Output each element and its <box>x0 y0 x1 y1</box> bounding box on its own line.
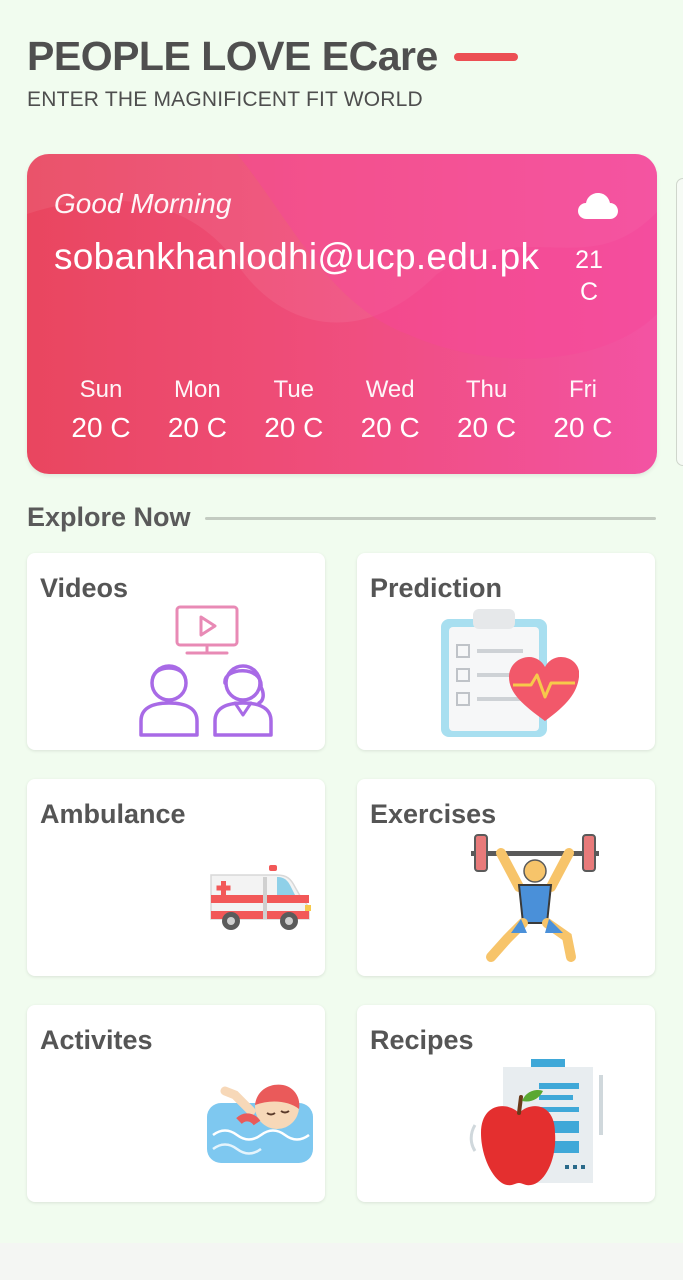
tile-exercises[interactable]: Exercises <box>357 779 655 976</box>
clipboard-heart-icon <box>441 609 579 737</box>
tile-prediction[interactable]: Prediction <box>357 553 655 750</box>
tile-label: Activites <box>40 1025 153 1055</box>
forecast-day: Mon 20 C <box>149 376 245 444</box>
tile-label: Videos <box>40 573 129 603</box>
tile-videos[interactable]: Videos <box>27 553 325 750</box>
tile-label: Prediction <box>370 573 503 603</box>
video-consultation-icon <box>139 605 273 737</box>
weightlifter-icon <box>471 834 599 962</box>
forecast-day: Sun 20 C <box>53 376 149 444</box>
tile-activities[interactable]: Activites <box>27 1005 325 1202</box>
tile-label: Recipes <box>370 1025 474 1055</box>
weather-card[interactable]: Good Morning sobankhanlodhi@ucp.edu.pk 2… <box>27 154 657 474</box>
forecast-day: Fri 20 C <box>535 376 631 444</box>
forecast-day-name: Mon <box>174 376 221 403</box>
app-title: PEOPLE LOVE ECare <box>27 33 438 79</box>
forecast-day-name: Sun <box>79 376 123 403</box>
explore-header: Explore Now <box>27 502 656 533</box>
next-card-edge[interactable] <box>676 178 683 466</box>
tile-ambulance[interactable]: Ambulance <box>27 779 325 976</box>
forecast-row: Sun 20 C Mon 20 C Tue 20 C Wed 20 C Thu … <box>53 376 631 444</box>
forecast-day-temp: 20 C <box>360 412 420 443</box>
forecast-day: Wed 20 C <box>342 376 438 444</box>
forecast-day-name: Fri <box>568 376 597 403</box>
tile-label: Ambulance <box>40 799 186 829</box>
forecast-day-temp: 20 C <box>553 412 613 443</box>
header: PEOPLE LOVE ECare ENTER THE MAGNIFICENT … <box>27 32 663 112</box>
forecast-day-temp: 20 C <box>71 412 131 443</box>
tile-label: Exercises <box>370 799 497 829</box>
forecast-day-name: Tue <box>273 376 315 403</box>
section-divider <box>204 517 656 520</box>
section-title: Explore Now <box>27 502 191 532</box>
forecast-day-name: Wed <box>365 376 415 403</box>
swimmer-icon <box>207 1084 313 1163</box>
apple-recipe-icon <box>469 1059 603 1186</box>
title-accent <box>453 53 518 61</box>
title-row: PEOPLE LOVE ECare <box>27 32 663 80</box>
forecast-day: Thu 20 C <box>439 376 535 444</box>
user-email: sobankhanlodhi@ucp.edu.pk <box>54 236 540 277</box>
forecast-day-temp: 20 C <box>264 412 324 443</box>
forecast-day-temp: 20 C <box>456 412 517 443</box>
tile-recipes[interactable]: Recipes <box>357 1005 655 1202</box>
bottom-bar <box>0 1243 683 1280</box>
ambulance-icon <box>210 865 311 930</box>
forecast-day-temp: 20 C <box>167 412 227 443</box>
app-subtitle: ENTER THE MAGNIFICENT FIT WORLD <box>27 88 423 111</box>
cloud-icon <box>578 193 618 219</box>
current-temp: 21 C <box>575 246 603 306</box>
greeting: Good Morning <box>54 188 232 219</box>
forecast-day: Tue 20 C <box>246 376 342 444</box>
forecast-day-name: Thu <box>465 376 508 403</box>
